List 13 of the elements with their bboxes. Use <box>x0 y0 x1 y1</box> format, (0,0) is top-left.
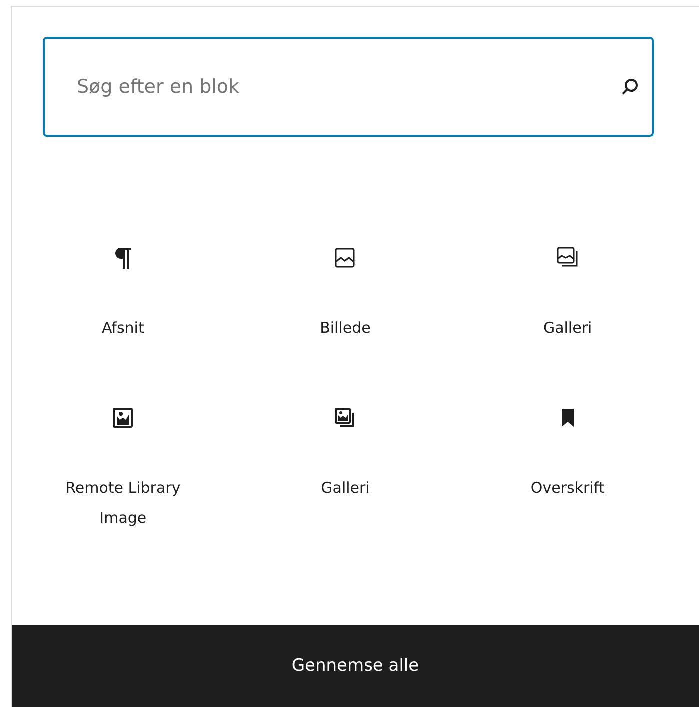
block-item[interactable]: Galleri <box>234 403 457 533</box>
search-icon <box>620 77 640 97</box>
block-item[interactable]: Galleri <box>456 243 679 343</box>
block-item[interactable]: Billede <box>234 243 457 343</box>
paragraph-icon <box>113 246 134 270</box>
browse-all-button[interactable]: Gennemse alle <box>12 625 699 707</box>
search-field[interactable]: Søg efter en blok <box>43 37 654 137</box>
gallery-icon <box>556 246 580 270</box>
block-item[interactable]: Afsnit <box>12 243 234 343</box>
block-item[interactable]: Overskrift <box>456 403 679 533</box>
image-icon <box>111 406 136 430</box>
block-item[interactable]: Remote Library Image <box>12 403 234 533</box>
image-icon <box>333 246 358 270</box>
